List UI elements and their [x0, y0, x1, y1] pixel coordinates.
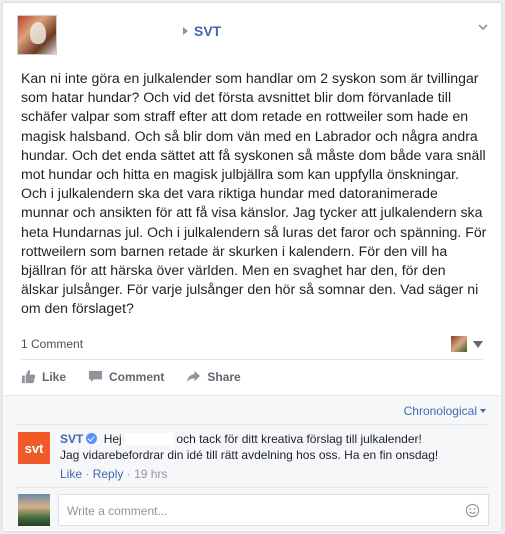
- divider: [16, 487, 488, 488]
- verified-badge-icon: [86, 433, 98, 444]
- triangle-right-icon: [183, 27, 188, 35]
- redacted-name: [125, 433, 174, 445]
- post-card: SVT Kan ni inte göra en julkalender som …: [2, 2, 502, 532]
- target-page: SVT: [183, 23, 221, 39]
- comment-text: SVT Hej och tack för ditt kreativa försl…: [60, 431, 440, 463]
- divider: [21, 359, 483, 360]
- comment-reply-link[interactable]: Reply: [93, 467, 124, 481]
- commenter-name[interactable]: SVT: [60, 432, 83, 446]
- post-text: Kan ni inte göra en julkalender som hand…: [21, 70, 487, 317]
- divider: [16, 424, 488, 425]
- comment-like-link[interactable]: Like: [60, 467, 82, 481]
- comment-time[interactable]: 19 hrs: [134, 467, 167, 481]
- like-button[interactable]: Like: [21, 369, 66, 384]
- current-user-avatar: [18, 494, 50, 526]
- comment-sort-dropdown[interactable]: Chronological: [404, 404, 486, 418]
- like-label: Like: [42, 369, 67, 384]
- comments-section: Chronological svt SVT Hej och tack för d…: [4, 395, 500, 530]
- author-avatar[interactable]: [17, 15, 57, 55]
- comment-button[interactable]: Comment: [88, 369, 164, 384]
- smiley-icon[interactable]: [465, 503, 480, 518]
- comment-input-placeholder: Write a comment...: [67, 504, 168, 518]
- svt-logo-text: svt: [24, 440, 44, 456]
- comment-meta: Like · Reply · 19 hrs: [60, 467, 168, 481]
- page-name-link[interactable]: SVT: [194, 23, 221, 39]
- comments-count-link[interactable]: 1 Comment: [21, 337, 83, 351]
- share-label: Share: [207, 369, 241, 384]
- comment-icon: [88, 370, 103, 383]
- chevron-down-icon[interactable]: [473, 341, 483, 348]
- share-icon: [187, 370, 201, 383]
- comment-greeting: Hej: [103, 432, 122, 446]
- share-button[interactable]: Share: [186, 369, 241, 384]
- post-header: SVT: [17, 15, 489, 61]
- chevron-down-icon[interactable]: [477, 21, 489, 33]
- like-icon: [21, 369, 36, 384]
- viewer-avatar[interactable]: [451, 336, 467, 352]
- post-actions: Like Comment Share: [21, 369, 241, 384]
- comment-label: Comment: [109, 369, 165, 384]
- caret-down-icon: [480, 409, 486, 413]
- svt-logo-avatar[interactable]: svt: [18, 432, 50, 464]
- comment-input[interactable]: Write a comment...: [58, 494, 489, 526]
- comment-sort-label: Chronological: [403, 404, 477, 418]
